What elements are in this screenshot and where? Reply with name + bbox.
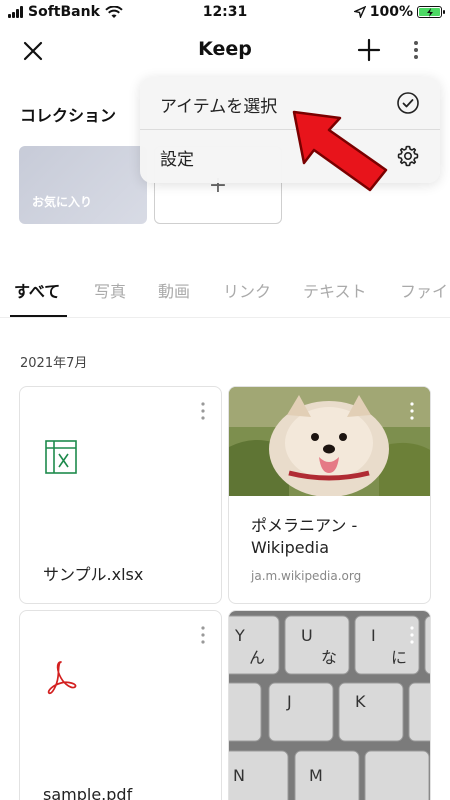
tab-files[interactable]: ファイ: [400, 278, 448, 302]
status-bar: SoftBank 12:31 100%: [0, 0, 450, 26]
gear-icon: [397, 145, 419, 167]
svg-text:M: M: [309, 766, 323, 785]
link-card-wikipedia[interactable]: ポメラニアン - Wikipedia ja.m.wikipedia.org: [228, 386, 431, 604]
svg-text:K: K: [355, 692, 366, 711]
tab-text[interactable]: テキスト: [303, 278, 367, 302]
pdf-icon: [47, 661, 77, 695]
svg-text:N: N: [233, 766, 245, 785]
battery-percent: 100%: [369, 4, 413, 20]
svg-text:に: に: [391, 648, 407, 667]
filter-tabs: すべて 写真 動画 リンク テキスト ファイ: [0, 264, 450, 318]
more-icon[interactable]: [408, 401, 416, 421]
favorites-label: お気に入り: [32, 195, 93, 209]
file-name: sample.pdf: [43, 785, 133, 800]
more-icon[interactable]: [199, 625, 207, 645]
file-card-pdf[interactable]: sample.pdf: [19, 610, 222, 800]
link-url: ja.m.wikipedia.org: [251, 569, 362, 583]
menu-item-label: 設定: [160, 150, 194, 170]
battery-icon: [417, 6, 445, 18]
tab-all[interactable]: すべて: [14, 278, 60, 302]
svg-text:ん: ん: [249, 648, 265, 667]
keyboard-photo: Y U I ん な に J K N M: [229, 611, 430, 800]
link-title: ポメラニアン - Wikipedia: [251, 516, 358, 557]
file-name: サンプル.xlsx: [43, 565, 144, 584]
add-icon[interactable]: [354, 35, 384, 65]
date-heading: 2021年7月: [20, 356, 88, 371]
active-tab-indicator: [10, 315, 67, 317]
location-icon: [353, 6, 366, 18]
svg-text:な: な: [321, 648, 337, 667]
more-icon[interactable]: [408, 625, 416, 645]
menu-item-label: アイテムを選択: [160, 97, 278, 117]
tab-photos[interactable]: 写真: [94, 278, 126, 302]
check-circle-icon: [397, 92, 419, 114]
more-icon[interactable]: [199, 401, 207, 421]
collection-heading: コレクション: [20, 106, 117, 125]
app-header: Keep: [0, 26, 450, 76]
red-arrow-annotation: [292, 110, 388, 192]
svg-text:J: J: [286, 692, 292, 711]
favorites-collection[interactable]: お気に入り: [19, 146, 147, 224]
svg-text:I: I: [371, 626, 376, 645]
more-icon[interactable]: [404, 35, 428, 65]
photo-card-keyboard[interactable]: Y U I ん な に J K N M: [228, 610, 431, 800]
tab-videos[interactable]: 動画: [158, 278, 190, 302]
svg-text:Y: Y: [234, 626, 245, 645]
tab-links[interactable]: リンク: [223, 278, 271, 302]
file-card-xlsx[interactable]: サンプル.xlsx: [19, 386, 222, 604]
pomeranian-photo: [229, 387, 430, 496]
svg-text:U: U: [301, 626, 313, 645]
excel-icon: [45, 440, 77, 474]
